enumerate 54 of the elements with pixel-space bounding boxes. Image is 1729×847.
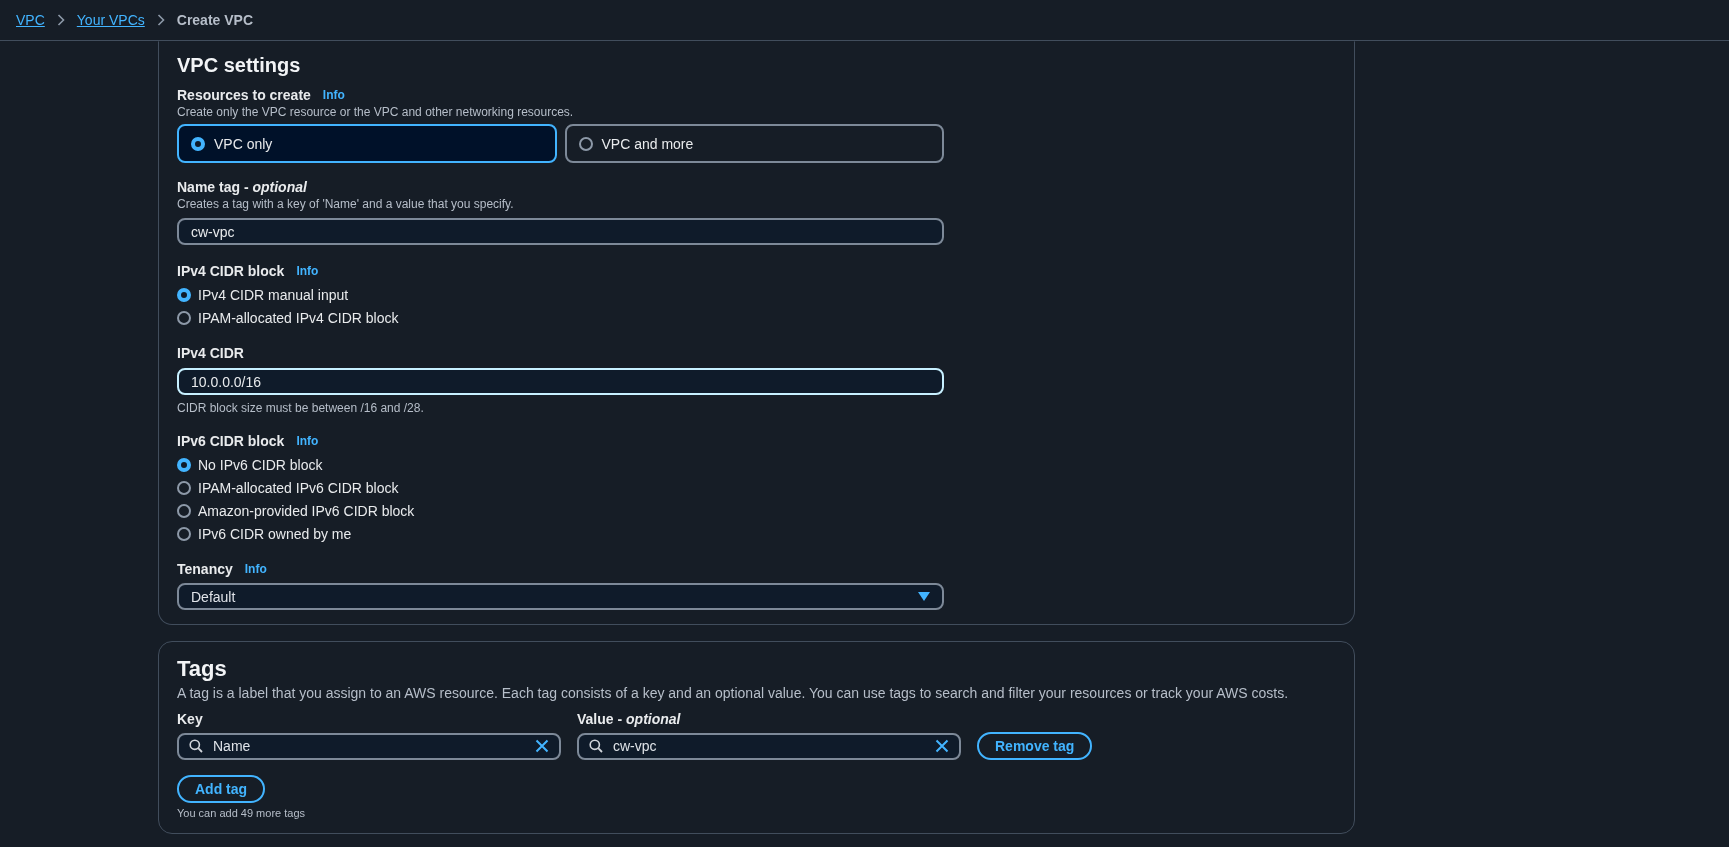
panel-description: A tag is a label that you assign to an AWS resource. Each tag consists of a key and an optional value. You can use tags to search and filter your resources or track your AWS costs.	[177, 685, 1290, 701]
radio-button[interactable]	[578, 136, 593, 151]
add-tag-button[interactable]: Add tag	[177, 775, 266, 803]
remove-tag-button[interactable]: Remove tag	[977, 732, 1093, 760]
radio-label[interactable]: IPv6 CIDR owned by me	[198, 526, 352, 542]
chevron-right-icon	[156, 14, 165, 26]
clear-icon[interactable]	[535, 739, 549, 753]
column-label: Key	[177, 711, 203, 727]
option-tile[interactable]: VPC only	[177, 124, 557, 163]
ipv4-cidr-input[interactable]: 10.0.0.0/16	[177, 368, 944, 395]
field-hint: CIDR block size must be between /16 and /28.	[177, 401, 425, 415]
option-tile[interactable]: VPC and more	[564, 124, 944, 163]
radio-button[interactable]	[177, 527, 191, 541]
option-label: VPC only	[214, 135, 273, 152]
column-label: Value - optional	[577, 711, 681, 727]
field-description: Create only the VPC resource or the VPC and other networking resources.	[177, 105, 575, 119]
chevron-right-icon	[56, 14, 65, 26]
name-tag-input[interactable]: cw-vpc	[177, 218, 944, 245]
field-label: IPv6 CIDR block	[177, 433, 285, 449]
info-link[interactable]: Info	[244, 562, 267, 576]
radio-button[interactable]	[177, 311, 191, 325]
radio-label[interactable]: Amazon-provided IPv6 CIDR block	[198, 503, 415, 519]
field-label: Resources to create	[177, 87, 311, 103]
radio-button[interactable]	[177, 288, 191, 302]
info-link[interactable]: Info	[322, 88, 345, 102]
breadcrumb-current: Create VPC	[176, 12, 254, 28]
option-label: VPC and more	[601, 135, 694, 152]
radio-button[interactable]	[191, 136, 205, 151]
tag-limit-note: You can add 49 more tags	[177, 807, 307, 819]
info-link[interactable]: Info	[296, 264, 319, 278]
radio-button[interactable]	[177, 504, 191, 518]
radio-button[interactable]	[177, 481, 191, 495]
tag-key-field[interactable]: Name	[177, 732, 561, 760]
field-label: Name tag - optional	[177, 179, 307, 195]
radio-label[interactable]: IPAM-allocated IPv6 CIDR block	[198, 480, 399, 496]
radio-label[interactable]: IPAM-allocated IPv4 CIDR block	[198, 310, 399, 326]
panel-title: VPC settings	[177, 54, 302, 77]
breadcrumb-link[interactable]: VPC	[16, 12, 45, 28]
field-label: IPv4 CIDR block	[177, 263, 285, 279]
field-label: Tenancy	[177, 561, 233, 577]
panel-title: Tags	[177, 656, 228, 682]
radio-label[interactable]: IPv4 CIDR manual input	[198, 287, 349, 303]
tenancy-select[interactable]: Default	[177, 583, 944, 610]
field-label: IPv4 CIDR	[177, 345, 244, 361]
clear-icon[interactable]	[935, 739, 949, 753]
search-icon	[189, 739, 203, 753]
info-link[interactable]: Info	[296, 434, 319, 448]
tag-value-field[interactable]: cw-vpc	[577, 732, 961, 760]
breadcrumb-link[interactable]: Your VPCs	[76, 12, 145, 28]
field-description: Creates a tag with a key of 'Name' and a value that you specify.	[177, 197, 515, 211]
radio-button[interactable]	[177, 458, 191, 472]
radio-label[interactable]: No IPv6 CIDR block	[198, 457, 323, 473]
search-icon	[589, 739, 603, 753]
dropdown-caret-icon	[918, 592, 930, 601]
